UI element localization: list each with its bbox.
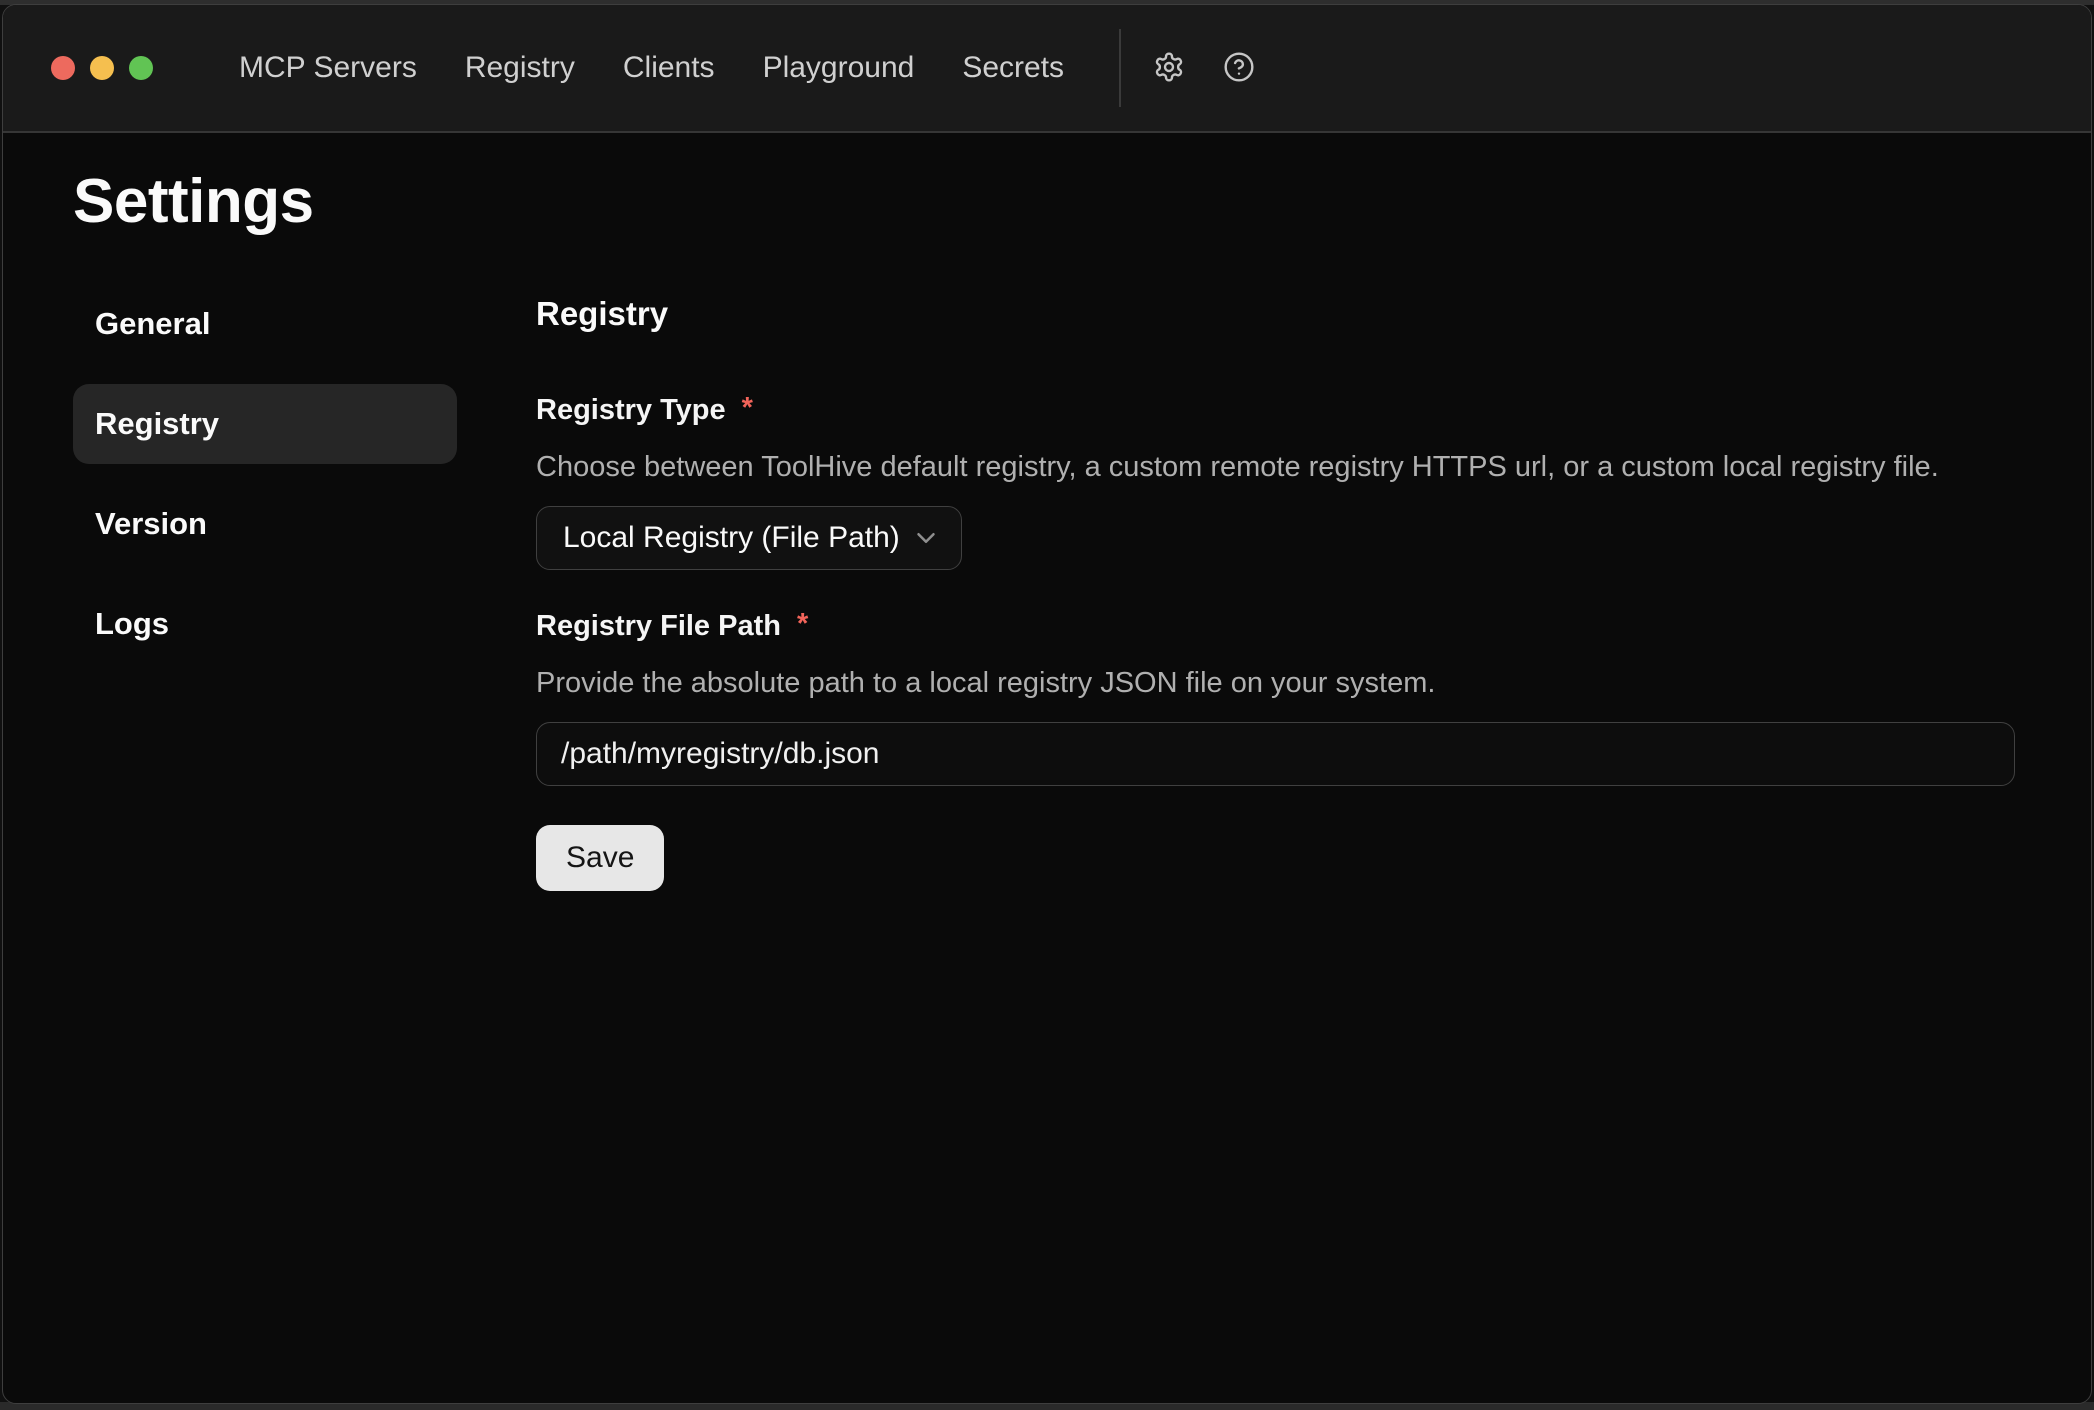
titlebar-divider	[1119, 29, 1121, 107]
minimize-button[interactable]	[90, 56, 114, 80]
settings-gear-button[interactable]	[1147, 46, 1191, 90]
chevron-down-icon	[911, 523, 941, 553]
traffic-lights	[51, 56, 153, 80]
sidebar-item-general[interactable]: General	[73, 284, 457, 364]
settings-sidebar: General Registry Version Logs	[73, 284, 457, 664]
titlebar: MCP Servers Registry Clients Playground …	[3, 5, 2091, 133]
settings-gear-icon	[1153, 51, 1185, 86]
main-nav: MCP Servers Registry Clients Playground …	[239, 51, 1064, 85]
nav-item-mcp-servers[interactable]: MCP Servers	[239, 51, 417, 85]
registry-file-path-description: Provide the absolute path to a local reg…	[536, 664, 2015, 702]
required-asterisk: *	[742, 390, 753, 426]
required-asterisk: *	[797, 606, 808, 642]
nav-item-registry[interactable]: Registry	[465, 51, 575, 85]
settings-page: Settings General Registry Version Logs R…	[3, 169, 2091, 891]
nav-item-clients[interactable]: Clients	[623, 51, 715, 85]
close-button[interactable]	[51, 56, 75, 80]
registry-type-description: Choose between ToolHive default registry…	[536, 448, 2015, 486]
nav-item-secrets[interactable]: Secrets	[962, 51, 1064, 85]
registry-type-select[interactable]: Local Registry (File Path)	[536, 506, 962, 570]
registry-file-path-input[interactable]	[536, 722, 2015, 786]
section-title: Registry	[536, 294, 2015, 334]
help-button[interactable]	[1217, 46, 1261, 90]
sidebar-item-logs[interactable]: Logs	[73, 584, 457, 664]
registry-file-path-label: Registry File Path	[536, 608, 781, 644]
sidebar-item-registry[interactable]: Registry	[73, 384, 457, 464]
registry-settings-panel: Registry Registry Type * Choose between …	[536, 284, 2015, 891]
nav-item-playground[interactable]: Playground	[763, 51, 915, 85]
registry-type-selected-value: Local Registry (File Path)	[563, 521, 900, 555]
save-button[interactable]: Save	[536, 825, 664, 891]
zoom-button[interactable]	[129, 56, 153, 80]
help-icon	[1223, 51, 1255, 86]
app-window: MCP Servers Registry Clients Playground …	[2, 4, 2092, 1404]
sidebar-item-version[interactable]: Version	[73, 484, 457, 564]
page-title: Settings	[73, 169, 2015, 235]
registry-type-label: Registry Type	[536, 392, 726, 428]
